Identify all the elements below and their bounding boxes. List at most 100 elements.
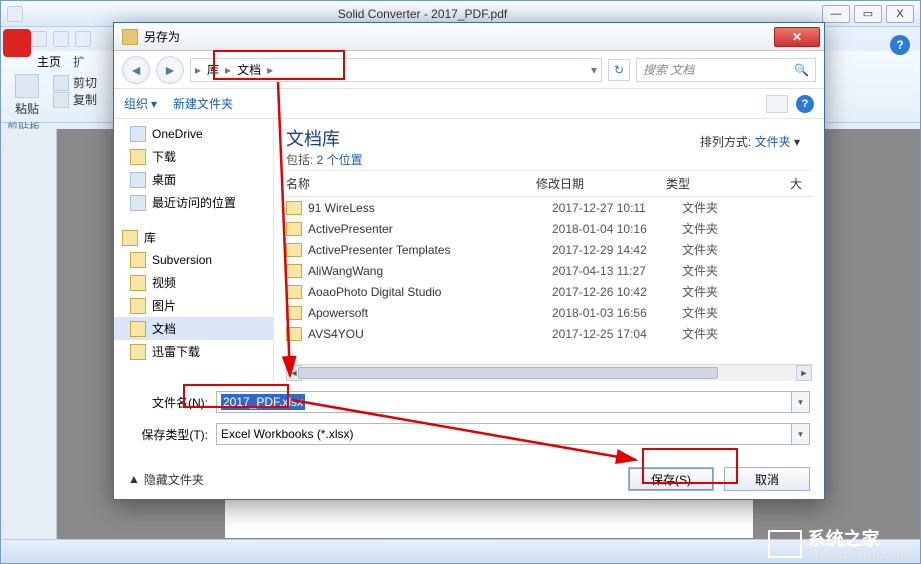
horizontal-scrollbar[interactable]: ◄ ►	[286, 364, 812, 381]
paste-icon	[15, 74, 39, 98]
folder-icon	[286, 222, 302, 236]
file-row[interactable]: 91 WireLess2017-12-27 10:11文件夹	[286, 197, 812, 218]
cancel-button[interactable]: 取消	[724, 467, 810, 491]
chevron-down-icon[interactable]: ▾	[591, 63, 597, 77]
folder-icon	[130, 195, 146, 211]
crumb-library[interactable]: 库	[201, 61, 225, 78]
hide-folders-toggle[interactable]: ▲ 隐藏文件夹	[128, 471, 204, 488]
dialog-title: 另存为	[144, 28, 180, 45]
nav-tree[interactable]: OneDrive下载桌面最近访问的位置库Subversion视频图片文档迅雷下载	[114, 119, 274, 381]
app-menu-icon[interactable]	[3, 29, 31, 57]
folder-icon	[130, 275, 146, 291]
sort-control[interactable]: 排列方式: 文件夹 ▾	[700, 133, 800, 150]
dialog-toolbar: 组织 ▾ 新建文件夹 ?	[114, 89, 824, 119]
close-button[interactable]: X	[886, 5, 914, 23]
qat-icon[interactable]	[75, 31, 91, 47]
file-list[interactable]: 91 WireLess2017-12-27 10:11文件夹ActivePres…	[286, 197, 812, 364]
search-placeholder: 搜索 文档	[643, 61, 694, 78]
folder-icon	[286, 306, 302, 320]
chevron-up-icon: ▲	[128, 472, 140, 486]
tree-item[interactable]: 下载	[114, 145, 273, 168]
filetype-dropdown-button[interactable]: ▾	[792, 423, 810, 445]
main-pane: 文档库 包括: 2 个位置 排列方式: 文件夹 ▾ 名称 修改日期 类型 大 9…	[274, 119, 824, 381]
tree-item[interactable]: 迅雷下载	[114, 340, 273, 363]
nav-back-button[interactable]: ◄	[122, 56, 150, 84]
dialog-help-icon[interactable]: ?	[796, 95, 814, 113]
tree-item[interactable]: 文档	[114, 317, 273, 340]
tab-home[interactable]: 主页	[37, 53, 61, 70]
folder-icon	[286, 327, 302, 341]
search-input[interactable]: 搜索 文档 🔍	[636, 58, 816, 82]
col-name[interactable]: 名称	[286, 175, 536, 192]
organize-menu[interactable]: 组织 ▾	[124, 95, 157, 112]
dialog-icon	[122, 29, 138, 45]
file-row[interactable]: AVS4YOU2017-12-25 17:04文件夹	[286, 323, 812, 344]
folder-icon	[130, 252, 146, 268]
minimize-button[interactable]: —	[822, 5, 850, 23]
folder-icon	[130, 298, 146, 314]
filename-label: 文件名(N):	[128, 394, 216, 411]
cut-button[interactable]: 剪切	[53, 74, 97, 91]
sort-value[interactable]: 文件夹	[755, 135, 791, 149]
tab-more[interactable]: 扩	[73, 53, 85, 70]
file-row[interactable]: ActivePresenter Templates2017-12-29 14:4…	[286, 239, 812, 260]
refresh-button[interactable]: ↻	[608, 59, 630, 81]
save-button[interactable]: 保存(S)	[628, 467, 714, 491]
filename-input[interactable]: 2017_PDF.xlsx	[216, 391, 792, 413]
help-icon[interactable]: ?	[890, 35, 910, 55]
filename-history-button[interactable]: ▾	[792, 391, 810, 413]
filetype-label: 保存类型(T):	[128, 426, 216, 443]
folder-icon	[286, 201, 302, 215]
tree-item[interactable]: 桌面	[114, 168, 273, 191]
tree-item[interactable]: 图片	[114, 294, 273, 317]
watermark: 系统之家 XITONGZHIJIA.NET	[768, 525, 916, 562]
crumb-documents[interactable]: 文档	[231, 61, 267, 78]
folder-icon	[130, 321, 146, 337]
folder-icon	[286, 243, 302, 257]
tree-item[interactable]: OneDrive	[114, 123, 273, 145]
folder-icon	[286, 264, 302, 278]
column-headers[interactable]: 名称 修改日期 类型 大	[286, 170, 812, 197]
paste-button[interactable]: 粘贴	[7, 74, 47, 117]
chevron-right-icon: ▸	[267, 63, 273, 77]
cut-icon	[53, 75, 69, 91]
copy-icon	[53, 92, 69, 108]
tree-item[interactable]: Subversion	[114, 249, 273, 271]
folder-icon	[130, 344, 146, 360]
tree-item[interactable]: 视频	[114, 271, 273, 294]
file-row[interactable]: Apowersoft2018-01-03 16:56文件夹	[286, 302, 812, 323]
copy-button[interactable]: 复制	[53, 91, 97, 108]
library-icon	[122, 230, 138, 246]
qat-icon[interactable]	[53, 31, 69, 47]
folder-icon	[130, 126, 146, 142]
col-size[interactable]: 大	[736, 175, 812, 192]
scroll-right-button[interactable]: ►	[796, 365, 812, 381]
dialog-close-button[interactable]: ✕	[774, 27, 820, 47]
breadcrumb[interactable]: ▸ 库 ▸ 文档 ▸ ▾	[190, 58, 602, 82]
file-row[interactable]: AliWangWang2017-04-13 11:27文件夹	[286, 260, 812, 281]
doc-sidebar	[1, 129, 57, 539]
nav-bar: ◄ ► ▸ 库 ▸ 文档 ▸ ▾ ↻ 搜索 文档 🔍	[114, 51, 824, 89]
app-icon	[7, 6, 23, 22]
app-title: Solid Converter - 2017_PDF.pdf	[27, 7, 818, 21]
chevron-down-icon: ▾	[794, 135, 800, 149]
scroll-thumb[interactable]	[298, 367, 718, 379]
maximize-button[interactable]: ▭	[854, 5, 882, 23]
file-row[interactable]: ActivePresenter2018-01-04 10:16文件夹	[286, 218, 812, 239]
paste-label: 粘贴	[15, 100, 39, 117]
locations-link[interactable]: 2 个位置	[317, 153, 363, 167]
col-type[interactable]: 类型	[666, 175, 736, 192]
qat-icon[interactable]	[31, 31, 47, 47]
watermark-logo-icon	[768, 530, 802, 558]
new-folder-button[interactable]: 新建文件夹	[173, 95, 233, 112]
view-options-button[interactable]	[766, 95, 788, 113]
col-date[interactable]: 修改日期	[536, 175, 666, 192]
folder-icon	[286, 285, 302, 299]
file-row[interactable]: AoaoPhoto Digital Studio2017-12-26 10:42…	[286, 281, 812, 302]
nav-forward-button[interactable]: ►	[156, 56, 184, 84]
filetype-select[interactable]: Excel Workbooks (*.xlsx)	[216, 423, 792, 445]
tree-header[interactable]: 库	[114, 226, 273, 249]
folder-icon	[130, 172, 146, 188]
tree-item[interactable]: 最近访问的位置	[114, 191, 273, 214]
watermark-url: XITONGZHIJIA.NET	[808, 551, 916, 562]
